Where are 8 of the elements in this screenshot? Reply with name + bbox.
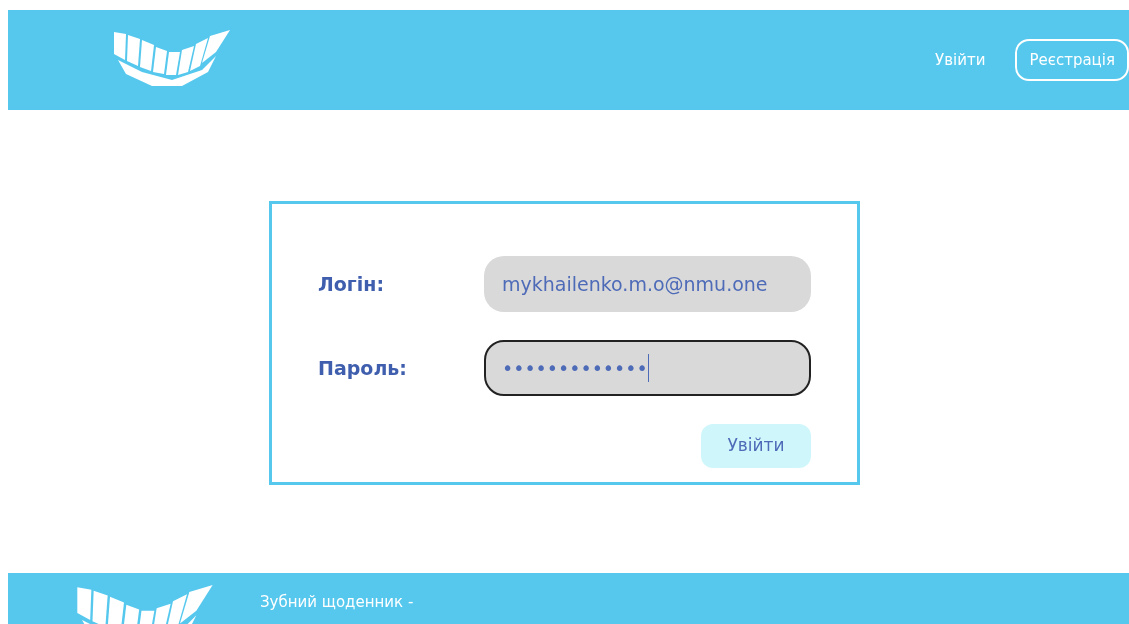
login-link[interactable]: Увійти [935,48,986,72]
input-field[interactable]: mykhailenko.m.o@nmu.one [484,256,811,312]
field-label: Пароль: [318,355,407,381]
field-label: Логін: [318,271,384,297]
submit-button[interactable]: Увійти [701,424,811,468]
register-button[interactable]: Реєстрація [1015,38,1129,82]
input-field[interactable]: ••••••••••••• [484,340,811,396]
footer-tagline: Зубний щоденник - [260,592,414,613]
